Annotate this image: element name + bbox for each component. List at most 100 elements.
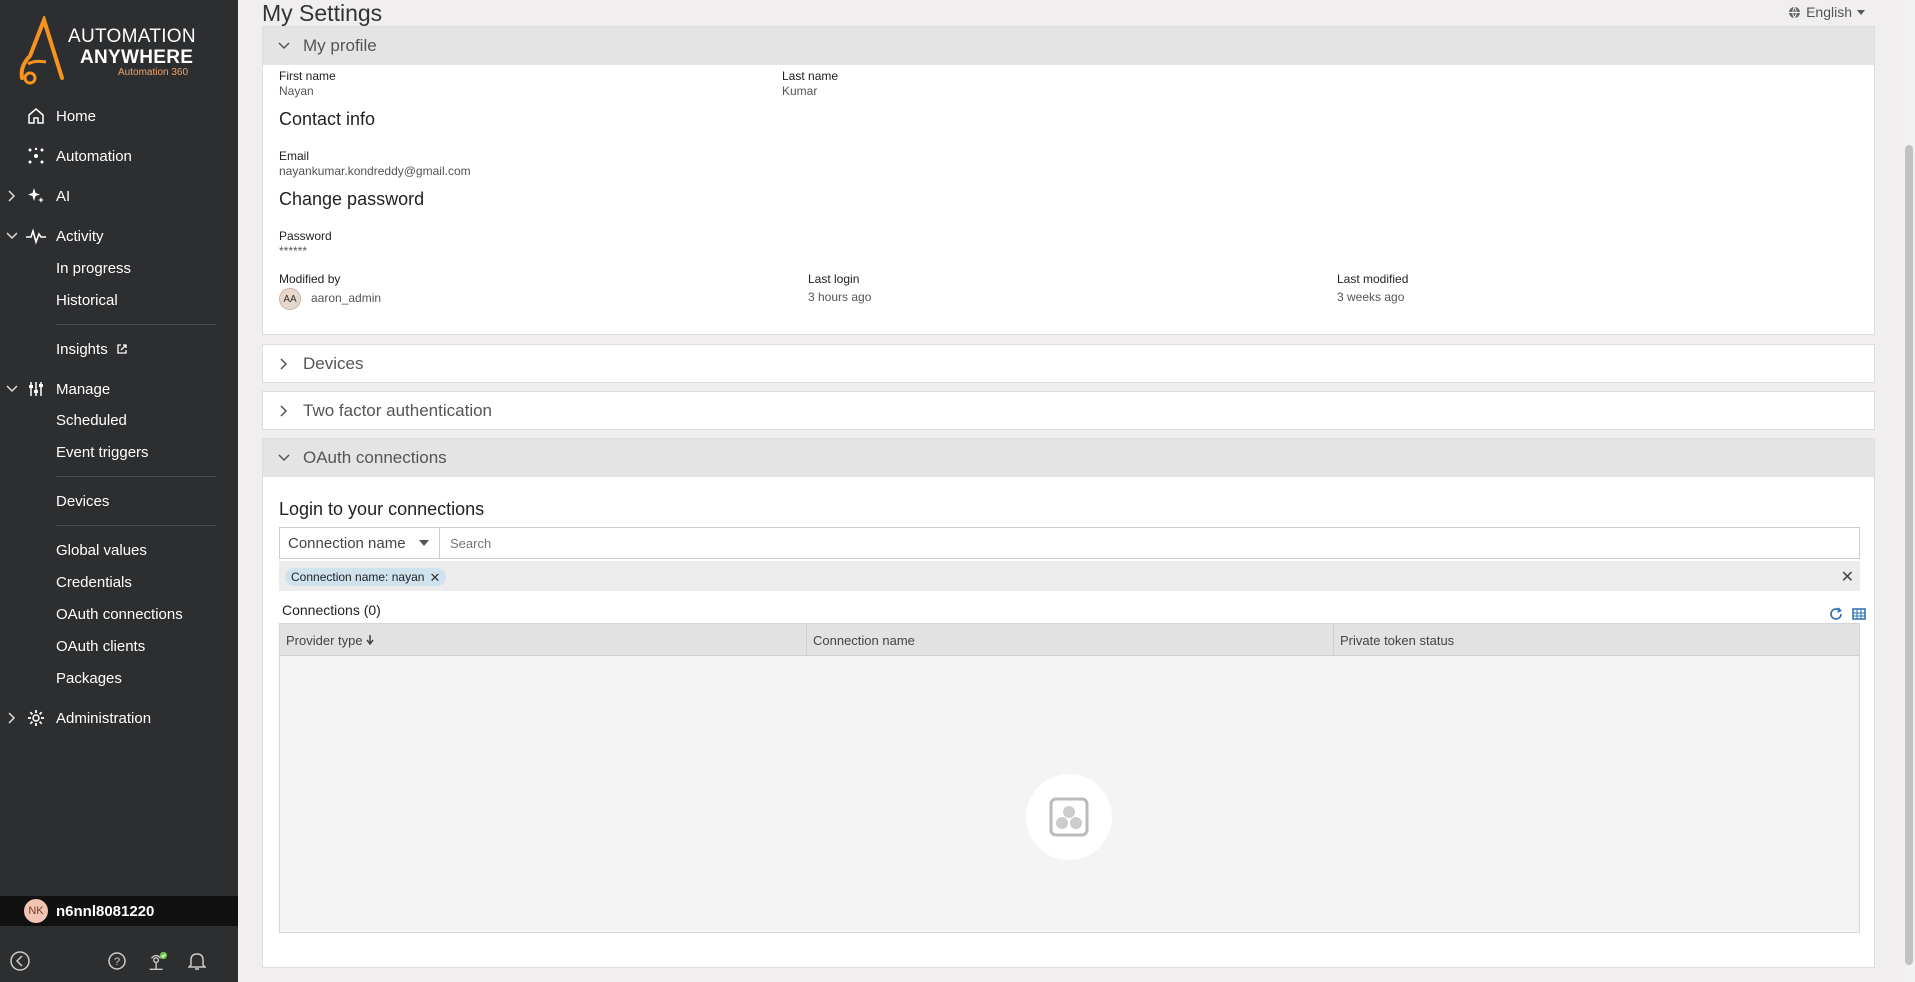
sidebar-item-packages[interactable]: Packages [56, 666, 122, 690]
logo-text-line1: AUTOMATION [68, 26, 196, 47]
user-name: n6nnl8081220 [56, 902, 155, 920]
sidebar-footer: ? [0, 940, 238, 982]
remove-filter-icon[interactable]: ✕ [430, 570, 441, 586]
help-icon[interactable]: ? [106, 950, 128, 972]
agent-status-icon[interactable] [146, 950, 168, 972]
last-modified-value: 3 weeks ago [1337, 290, 1405, 304]
devices-panel: Devices [262, 344, 1875, 383]
home-icon [26, 106, 46, 126]
login-connections-heading: Login to your connections [279, 499, 485, 519]
password-label: Password [279, 229, 332, 243]
empty-box-icon [1048, 796, 1090, 838]
sidebar-item-automation[interactable]: Automation [0, 142, 238, 170]
two-factor-panel: Two factor authentication [262, 391, 1875, 430]
logo-text-line2: ANYWHERE [80, 47, 194, 68]
sidebar-item-ai[interactable]: AI [0, 182, 238, 210]
sidebar-item-historical[interactable]: Historical [56, 288, 118, 312]
filter-field-label: Connection name [288, 534, 406, 552]
clear-filters-icon[interactable]: ✕ [1841, 567, 1854, 587]
sidebar-divider [56, 324, 216, 325]
sidebar-item-devices[interactable]: Devices [56, 489, 109, 513]
sidebar-item-global-values[interactable]: Global values [56, 538, 147, 562]
sidebar-item-label: Manage [56, 380, 111, 398]
page-scrollbar[interactable] [1903, 0, 1915, 982]
sidebar-item-insights[interactable]: Insights [56, 337, 128, 361]
sidebar-item-label: Insights [56, 340, 108, 358]
activity-pulse-icon [26, 226, 46, 246]
filter-chip-label: Connection name: nayan [291, 570, 425, 584]
sidebar-item-label: Activity [56, 227, 104, 245]
oauth-connections-header[interactable]: OAuth connections [263, 439, 1874, 477]
table-view-icon[interactable] [1852, 607, 1866, 621]
sidebar-item-label: Home [56, 107, 97, 125]
sidebar-item-scheduled[interactable]: Scheduled [56, 408, 127, 432]
sidebar-item-label: Administration [56, 709, 152, 727]
panel-title: Devices [303, 354, 364, 373]
sidebar-item-in-progress[interactable]: In progress [56, 256, 131, 280]
first-name-label: First name [279, 69, 336, 83]
sidebar-divider [56, 525, 216, 526]
collapse-sidebar-icon[interactable] [9, 950, 31, 972]
sidebar: AUTOMATION ANYWHERE Automation 360 Home … [0, 0, 238, 982]
connections-count: Connections (0) [282, 602, 381, 618]
current-user[interactable]: NK n6nnl8081220 [0, 896, 238, 926]
column-header-provider-type[interactable]: Provider type [280, 624, 807, 656]
column-header-private-token-status[interactable]: Private token status [1334, 624, 1859, 656]
panel-title: Two factor authentication [303, 401, 493, 420]
search-input[interactable] [440, 528, 1859, 558]
two-factor-header[interactable]: Two factor authentication [263, 392, 1874, 430]
sidebar-item-manage[interactable]: Manage [0, 375, 238, 403]
panel-title: OAuth connections [303, 448, 447, 467]
sidebar-item-label: Automation [56, 147, 132, 165]
automation-anywhere-logo[interactable]: AUTOMATION ANYWHERE Automation 360 [18, 16, 218, 86]
empty-state-illustration [1026, 774, 1112, 860]
modified-by-label: Modified by [279, 272, 341, 286]
globe-icon [1788, 6, 1801, 19]
logo-text-product: Automation 360 [118, 67, 189, 78]
sidebar-item-oauth-connections[interactable]: OAuth connections [56, 602, 183, 626]
devices-header[interactable]: Devices [263, 345, 1874, 383]
sidebar-item-credentials[interactable]: Credentials [56, 570, 132, 594]
last-modified-label: Last modified [1337, 272, 1409, 286]
chevron-down-icon [6, 229, 18, 243]
sidebar-item-administration[interactable]: Administration [0, 704, 238, 732]
scrollbar-thumb[interactable] [1905, 145, 1913, 965]
external-link-icon [116, 343, 128, 355]
avatar: NK [24, 899, 48, 923]
chevron-right-icon [6, 711, 18, 725]
chevron-right-icon [277, 404, 291, 418]
automation-icon [26, 146, 46, 166]
sidebar-item-event-triggers[interactable]: Event triggers [56, 440, 149, 464]
caret-down-icon [1857, 9, 1865, 15]
my-profile-header[interactable]: My profile [263, 27, 1874, 65]
column-header-connection-name[interactable]: Connection name [807, 624, 1334, 656]
filter-field-select[interactable]: Connection name [280, 528, 440, 558]
change-password-heading[interactable]: Change password [279, 189, 424, 210]
language-selector[interactable]: English [1788, 4, 1865, 20]
logo-a-mark-icon [19, 16, 64, 85]
my-profile-panel: My profile First name Nayan Last name Ku… [262, 26, 1875, 335]
refresh-icon[interactable] [1829, 607, 1843, 621]
chevron-down-icon [6, 382, 18, 396]
filter-chip: Connection name: nayan ✕ [285, 568, 447, 586]
ai-sparkle-icon [26, 186, 46, 206]
last-login-label: Last login [808, 272, 860, 286]
avatar: AA [279, 288, 301, 310]
caret-down-icon [419, 540, 429, 546]
modified-by-value: aaron_admin [311, 291, 382, 305]
first-name-value: Nayan [279, 84, 314, 98]
column-label: Connection name [813, 632, 915, 648]
last-login-value: 3 hours ago [808, 290, 872, 304]
chevron-down-icon [277, 39, 291, 53]
email-label: Email [279, 149, 310, 163]
notifications-bell-icon[interactable] [186, 950, 208, 972]
main-content: My Settings English My profile First nam… [238, 0, 1915, 982]
sidebar-item-label: AI [56, 187, 71, 205]
sidebar-item-activity[interactable]: Activity [0, 222, 238, 250]
contact-info-heading: Contact info [279, 109, 376, 129]
search-bar: Connection name [279, 527, 1860, 559]
chevron-right-icon [6, 189, 18, 203]
sidebar-item-home[interactable]: Home [0, 102, 238, 130]
sidebar-item-oauth-clients[interactable]: OAuth clients [56, 634, 145, 658]
active-filters: Connection name: nayan ✕ ✕ [279, 561, 1860, 591]
